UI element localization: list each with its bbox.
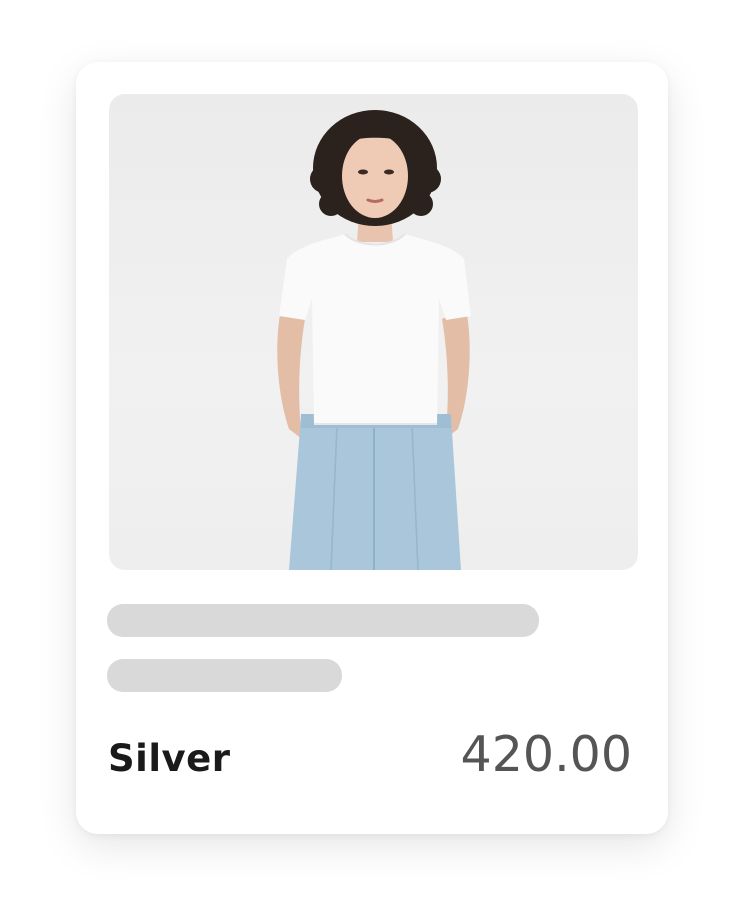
product-photo-icon xyxy=(277,110,471,570)
product-card[interactable]: Silver 420.00 xyxy=(76,62,668,834)
subtitle-skeleton-line xyxy=(107,659,342,692)
title-skeleton-line xyxy=(107,604,539,637)
product-image[interactable] xyxy=(109,94,638,570)
product-name: Silver xyxy=(108,737,231,780)
product-price: 420.00 xyxy=(460,726,632,783)
page: Silver 420.00 xyxy=(0,0,737,916)
